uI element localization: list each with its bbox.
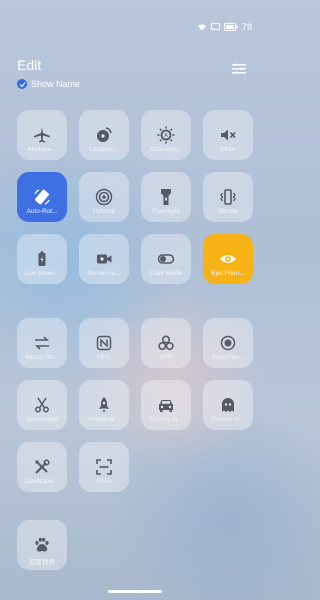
tile-auto-rotate-label: Auto-Rot... <box>26 208 58 215</box>
show-name-toggle[interactable]: Show Name <box>17 79 80 89</box>
low-power-icon <box>38 251 46 266</box>
hotspot-icon <box>95 188 113 206</box>
tile-eye-friendly-label: Eye-Frien... <box>211 270 245 277</box>
tile-meizu-share-label: Meizu Sh... <box>25 354 59 361</box>
tile-vpn-label: VPN <box>159 354 173 361</box>
tile-flashlight-label: Flashlight <box>152 208 180 215</box>
location-icon <box>97 127 112 142</box>
battery-level: 79 <box>241 22 252 32</box>
status-bar: 79 <box>197 22 252 32</box>
airplane-icon <box>34 127 50 143</box>
cast-icon <box>210 23 220 30</box>
battery-icon <box>223 23 238 31</box>
tile-accelerate-label: Accelerat... <box>87 416 121 423</box>
tile-dark-mode-label: Dark Mode <box>150 270 182 277</box>
svg-text:A: A <box>164 133 168 139</box>
tile-nfc-label: NFC <box>97 354 111 361</box>
tile-location-label: Location... <box>89 146 119 153</box>
tile-hotspot-label: Hotspot <box>92 208 116 215</box>
accelerate-icon <box>99 397 109 413</box>
dark-mode-icon <box>157 254 175 264</box>
tile-low-power-label: Low powe... <box>24 270 60 277</box>
tile-privacy-mode-label: Privacy m... <box>211 416 245 423</box>
tile-developer-label: Developer... <box>24 478 60 485</box>
home-indicator[interactable] <box>108 590 162 593</box>
eye-friendly-icon <box>220 255 236 263</box>
tile-auto-brightness-label: Auto-Brig... <box>149 146 183 153</box>
vpn-icon <box>158 335 174 351</box>
tile-scan-label: Scan <box>96 478 112 485</box>
meizu-share-icon <box>35 336 49 350</box>
vibrate-icon <box>220 189 236 205</box>
tile-baidu-search-label: 百度搜索 <box>29 559 55 566</box>
menu-icon[interactable] <box>232 63 246 75</box>
tile-driving-mode-label: Driving m... <box>149 416 183 423</box>
wifi-icon <box>197 24 206 31</box>
developer-icon <box>35 459 50 474</box>
tile-screen-record-label: Screen re... <box>87 270 121 277</box>
tile-mute-label: Mute <box>220 146 236 153</box>
auto-brightness-icon: A <box>157 126 175 144</box>
driving-mode-icon <box>159 400 173 412</box>
page-title: Edit <box>17 57 42 73</box>
tile-smarttouch-label: SmartTou... <box>211 354 245 361</box>
mute-icon <box>221 129 236 141</box>
flashlight-icon <box>161 189 171 205</box>
show-name-label: Show Name <box>31 79 81 89</box>
checkbox-checked-icon[interactable] <box>17 79 27 89</box>
nfc-icon <box>96 335 112 351</box>
scan-icon <box>96 459 112 475</box>
privacy-mode-icon <box>222 398 234 412</box>
screenshot-icon <box>35 397 49 413</box>
screen-record-icon <box>97 254 112 264</box>
tile-screenshot-label: Screenshot <box>25 416 59 423</box>
auto-rotate-icon <box>34 189 50 205</box>
smarttouch-icon <box>220 335 236 351</box>
tile-airplane-label: Airplane... <box>27 146 57 153</box>
baidu-search-icon <box>35 537 49 552</box>
tile-vibrate-label: Vibrate <box>217 208 239 215</box>
